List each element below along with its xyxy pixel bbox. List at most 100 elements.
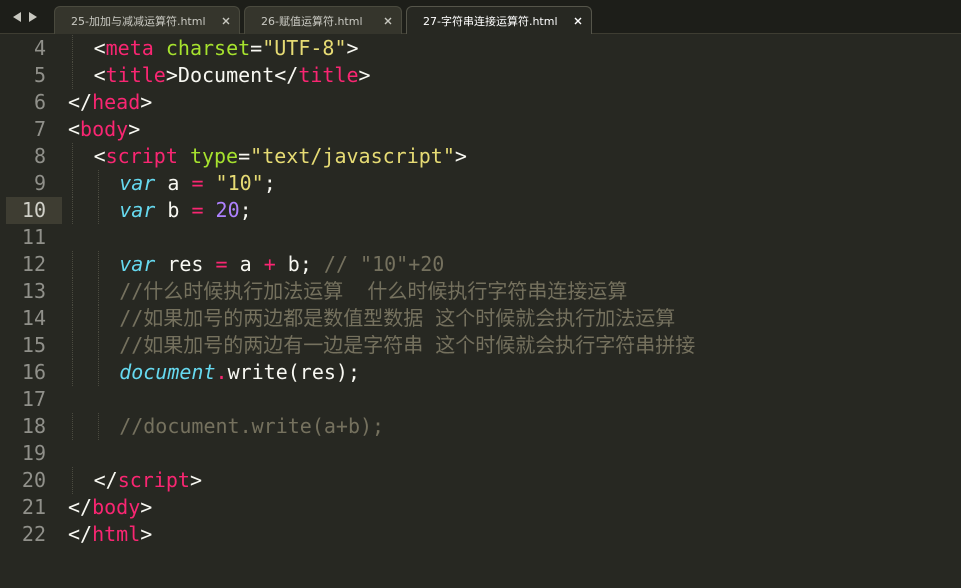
code-line[interactable]: 21 </body> <box>0 494 961 521</box>
indent-guide <box>97 413 99 440</box>
line-number: 14 <box>21 306 46 330</box>
line-number: 5 <box>33 63 46 87</box>
line-number: 6 <box>33 90 46 114</box>
indent-guide <box>72 278 73 305</box>
code-token: </ <box>68 522 93 546</box>
code-line[interactable]: 11 <box>0 224 961 251</box>
code-token: 20 <box>215 198 240 222</box>
code-token: write(res); <box>227 360 361 384</box>
code-token: "text/javascript" <box>250 144 455 168</box>
indent-guide <box>97 251 99 278</box>
code-line[interactable]: 20 </script> <box>0 467 961 494</box>
code-token: "10" <box>215 171 264 195</box>
code-token: > <box>189 468 202 492</box>
code-token: //如果加号的两边有一边是字符串 这个时候就会执行字符串拼接 <box>119 333 696 357</box>
line-number: 7 <box>33 117 46 141</box>
close-icon[interactable] <box>383 16 393 26</box>
line-number: 9 <box>33 171 46 195</box>
line-number: 22 <box>21 522 46 546</box>
code-line[interactable]: 7 <body> <box>0 116 961 143</box>
code-line[interactable]: 14 //如果加号的两边都是数值型数据 这个时候就会执行加法运算 <box>0 305 961 332</box>
code-token: //什么时候执行加法运算 什么时候执行字符串连接运算 <box>119 279 628 303</box>
code-token: >Document</ <box>165 63 299 87</box>
tab-bar: 25-加加与减减运算符.html 26-赋值运算符.html 27-字符串连接运… <box>0 0 961 34</box>
tab-label: 27-字符串连接运算符.html <box>423 14 558 28</box>
code-token: </ <box>68 495 93 519</box>
code-text: <meta charset="UTF-8"> <box>94 35 359 62</box>
code-token: = <box>215 252 228 276</box>
code-text: </body> <box>68 494 152 521</box>
code-text: <script type="text/javascript"> <box>94 143 467 170</box>
code-token: var <box>119 198 156 222</box>
code-text: </html> <box>68 521 152 548</box>
code-text: var b = 20; <box>119 197 251 224</box>
line-number: 10 <box>21 198 46 222</box>
code-line[interactable]: 6 </head> <box>0 89 961 116</box>
code-token: //如果加号的两边都是数值型数据 这个时候就会执行加法运算 <box>119 306 676 330</box>
code-token: > <box>128 117 141 141</box>
code-token: title <box>105 63 166 87</box>
code-token: body <box>92 495 141 519</box>
code-token: a <box>155 171 192 195</box>
indent-guide <box>72 305 73 332</box>
triangle-right-icon[interactable] <box>28 11 38 23</box>
code-token: </ <box>93 468 118 492</box>
code-token: . <box>215 360 228 384</box>
code-line[interactable]: 19 <box>0 440 961 467</box>
code-editor[interactable]: 4 <meta charset="UTF-8"> 5 <title>Document<… <box>0 35 961 588</box>
code-line[interactable]: 18 //document.write(a+b); <box>0 413 961 440</box>
code-line[interactable]: 10 var b = 20; <box>0 197 961 224</box>
line-number: 17 <box>21 387 46 411</box>
code-token: < <box>93 36 106 60</box>
code-text: </head> <box>68 89 152 116</box>
code-token: > <box>140 495 153 519</box>
code-text: //如果加号的两边都是数值型数据 这个时候就会执行加法运算 <box>119 305 675 332</box>
code-token: > <box>346 36 359 60</box>
line-number: 4 <box>33 36 46 60</box>
triangle-left-icon[interactable] <box>12 11 22 23</box>
code-line[interactable]: 22 </html> <box>0 521 961 548</box>
line-number: 21 <box>21 495 46 519</box>
line-number: 20 <box>21 468 46 492</box>
indent-guide <box>72 170 73 197</box>
close-icon[interactable] <box>221 16 231 26</box>
close-icon[interactable] <box>573 16 583 26</box>
code-token: = <box>250 36 263 60</box>
code-line[interactable]: 4 <meta charset="UTF-8"> <box>0 35 961 62</box>
code-line[interactable]: 8 <script type="text/javascript"> <box>0 143 961 170</box>
line-number: 11 <box>21 225 46 249</box>
tab-label: 26-赋值运算符.html <box>261 14 363 28</box>
code-line[interactable]: 5 <title>Document</title> <box>0 62 961 89</box>
indent-guide <box>72 62 73 89</box>
line-number: 15 <box>21 333 46 357</box>
code-token: res <box>155 252 216 276</box>
tab-file-27-active[interactable]: 27-字符串连接运算符.html <box>406 6 592 34</box>
code-line[interactable]: 12 var res = a + b; // "10"+20 <box>0 251 961 278</box>
code-token: meta <box>105 36 154 60</box>
code-token: type <box>189 144 239 168</box>
code-line[interactable]: 15 //如果加号的两边有一边是字符串 这个时候就会执行字符串拼接 <box>0 332 961 359</box>
indent-guide <box>97 278 99 305</box>
indent-guide <box>72 251 73 278</box>
code-token: + <box>263 252 276 276</box>
line-number: 18 <box>21 414 46 438</box>
tab-file-25[interactable]: 25-加加与减减运算符.html <box>54 6 240 34</box>
code-line[interactable]: 9 var a = "10"; <box>0 170 961 197</box>
code-line[interactable]: 16 document.write(res); <box>0 359 961 386</box>
code-token: ; <box>239 198 252 222</box>
code-line[interactable]: 17 <box>0 386 961 413</box>
code-token: < <box>93 144 106 168</box>
code-token: = <box>238 144 251 168</box>
code-token: ; <box>263 171 276 195</box>
code-line[interactable]: 13 //什么时候执行加法运算 什么时候执行字符串连接运算 <box>0 278 961 305</box>
code-token: < <box>93 63 106 87</box>
code-token: charset <box>165 36 251 60</box>
code-text: //document.write(a+b); <box>119 413 384 440</box>
tab-navigation <box>12 9 48 25</box>
code-token: b; <box>275 252 324 276</box>
tab-file-26[interactable]: 26-赋值运算符.html <box>244 6 402 34</box>
code-token: body <box>80 117 129 141</box>
code-text: //什么时候执行加法运算 什么时候执行字符串连接运算 <box>119 278 627 305</box>
